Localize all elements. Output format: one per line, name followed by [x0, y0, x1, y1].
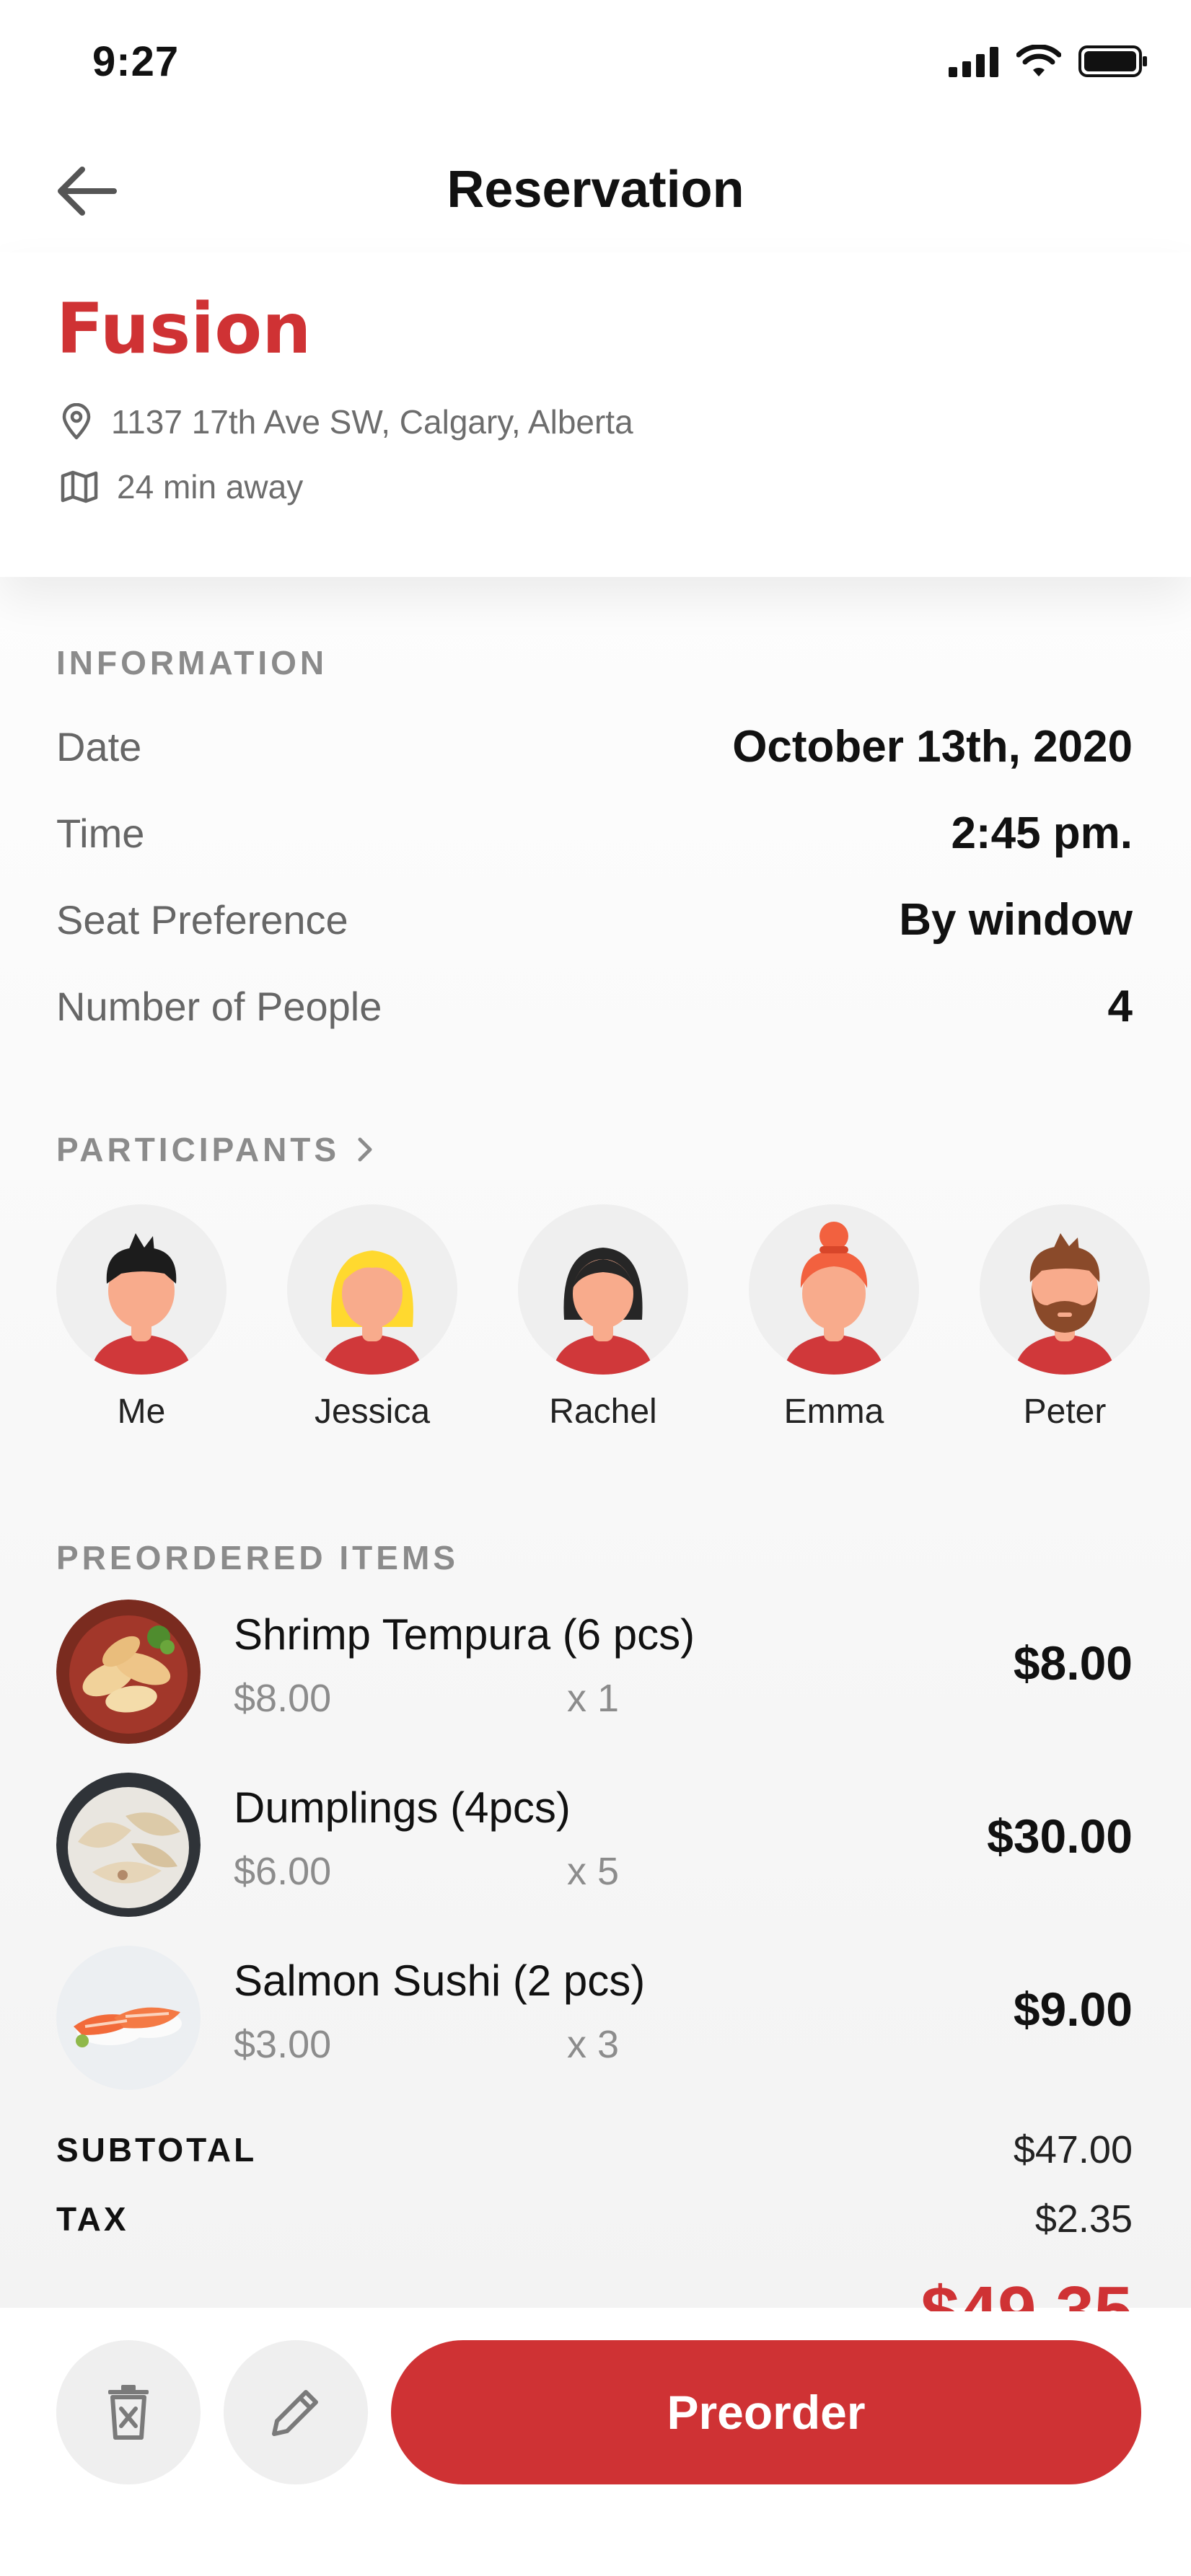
- restaurant-address: 1137 17th Ave SW, Calgary, Alberta: [61, 402, 633, 441]
- item-name: Shrimp Tempura (6 pcs): [234, 1610, 695, 1659]
- battery-icon: [1078, 45, 1147, 77]
- preorder-button[interactable]: Preorder: [391, 2340, 1141, 2484]
- participant-peter[interactable]: Peter: [980, 1204, 1150, 1432]
- info-row-time: Time 2:45 pm.: [56, 804, 1133, 862]
- shrimp-tempura-icon: [56, 1600, 201, 1744]
- wifi-icon: [1016, 45, 1061, 76]
- preordered-section-label: PREORDERED ITEMS: [56, 1539, 459, 1576]
- item-quantity: x 5: [567, 1850, 620, 1893]
- tax-row: TAX $2.35: [56, 2197, 1133, 2241]
- edit-button[interactable]: [224, 2340, 368, 2484]
- status-time: 9:27: [92, 38, 180, 85]
- item-total: $8.00: [1013, 1636, 1133, 1690]
- info-value: By window: [899, 894, 1133, 945]
- participant-name: Emma: [783, 1393, 884, 1431]
- item-total: $9.00: [1013, 1982, 1133, 2036]
- avatar-man-beard-icon: [1014, 1233, 1115, 1375]
- item-quantity: x 3: [567, 2023, 620, 2066]
- participant-name: Jessica: [314, 1393, 431, 1431]
- preorder-item[interactable]: Salmon Sushi (2 pcs) $3.00 x 3 $9.00: [56, 1946, 1133, 2090]
- participant-jessica[interactable]: Jessica: [287, 1204, 457, 1432]
- participant-me[interactable]: Me: [56, 1204, 227, 1432]
- info-label: Time: [56, 810, 145, 856]
- participant-rachel[interactable]: Rachel: [518, 1204, 688, 1432]
- bottom-action-bar: Preorder: [0, 2311, 1191, 2576]
- status-icons: [949, 45, 1148, 78]
- salmon-sushi-image: [56, 1946, 201, 2090]
- shrimp-tempura-image: [56, 1600, 201, 1744]
- info-label: Seat Preference: [56, 896, 348, 943]
- avatar: [518, 1204, 688, 1375]
- reservation-details[interactable]: INFORMATION Date October 13th, 2020 Time…: [0, 577, 1191, 2308]
- restaurant-name: Fusion: [56, 288, 312, 369]
- avatar-woman-blonde-icon: [322, 1250, 423, 1375]
- item-quantity: x 1: [567, 1677, 620, 1720]
- distance-text: 24 min away: [117, 468, 304, 506]
- info-value: 4: [1107, 981, 1133, 1031]
- participant-name: Peter: [1023, 1393, 1107, 1431]
- information-section-label: INFORMATION: [56, 644, 328, 682]
- participant-emma[interactable]: Emma: [749, 1204, 919, 1432]
- dumplings-icon: [56, 1773, 201, 1917]
- item-total: $30.00: [987, 1809, 1133, 1863]
- page-title: Reservation: [447, 161, 744, 219]
- info-label: Number of People: [56, 983, 382, 1029]
- avatar-man-icon: [91, 1233, 192, 1375]
- item-unit-price: $8.00: [234, 1677, 332, 1720]
- item-name: Dumplings (4pcs): [234, 1783, 571, 1832]
- participants-header[interactable]: PARTICIPANTS: [56, 1130, 374, 1169]
- restaurant-distance: 24 min away: [61, 467, 303, 506]
- preorder-item[interactable]: Shrimp Tempura (6 pcs) $8.00 x 1 $8.00: [56, 1600, 1133, 1744]
- avatar-woman-bun-icon: [783, 1222, 884, 1375]
- tax-value: $2.35: [1034, 2197, 1133, 2241]
- item-name: Salmon Sushi (2 pcs): [234, 1957, 646, 2005]
- subtotal-row: SUBTOTAL $47.00: [56, 2127, 1133, 2172]
- participant-name: Me: [117, 1393, 166, 1431]
- status-bar: 9:27: [0, 0, 1191, 130]
- trash-icon: [108, 2385, 149, 2440]
- subtotal-value: $47.00: [1013, 2128, 1133, 2171]
- avatar: [287, 1204, 457, 1375]
- salmon-sushi-icon: [56, 1946, 201, 2090]
- map-icon: [61, 470, 98, 503]
- signal-icon: [949, 47, 998, 77]
- delete-button[interactable]: [56, 2340, 201, 2484]
- avatar-woman-dark-hair-icon: [553, 1248, 654, 1375]
- avatar: [749, 1204, 919, 1375]
- app-header: Reservation: [0, 130, 1191, 252]
- info-row-date: Date October 13th, 2020: [56, 718, 1133, 775]
- info-row-seat-preference: Seat Preference By window: [56, 891, 1133, 948]
- pencil-icon: [272, 2390, 318, 2436]
- item-unit-price: $6.00: [234, 1850, 332, 1893]
- dumplings-image: [56, 1773, 201, 1917]
- participants-list: Me Jessica Rachel Emma Peter: [56, 1204, 1182, 1432]
- info-value: October 13th, 2020: [732, 721, 1133, 772]
- tax-label: TAX: [56, 2200, 129, 2238]
- avatar: [56, 1204, 227, 1375]
- participant-name: Rachel: [549, 1393, 657, 1431]
- subtotal-label: SUBTOTAL: [56, 2131, 258, 2169]
- participants-section-label: PARTICIPANTS: [56, 1131, 340, 1168]
- info-row-number-of-people: Number of People 4: [56, 977, 1133, 1035]
- item-unit-price: $3.00: [234, 2023, 332, 2066]
- avatar: [980, 1204, 1150, 1375]
- address-text: 1137 17th Ave SW, Calgary, Alberta: [111, 403, 633, 441]
- info-label: Date: [56, 723, 142, 769]
- location-pin-icon: [62, 403, 91, 440]
- preorder-item[interactable]: Dumplings (4pcs) $6.00 x 5 $30.00: [56, 1773, 1133, 1917]
- info-value: 2:45 pm.: [951, 808, 1133, 858]
- restaurant-card: Fusion 1137 17th Ave SW, Calgary, Albert…: [0, 252, 1191, 577]
- chevron-right-icon: [358, 1137, 372, 1162]
